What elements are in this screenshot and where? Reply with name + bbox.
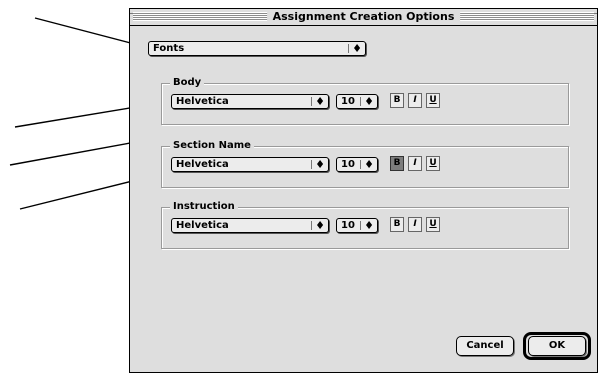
category-popup[interactable]: Fonts ♦ — [148, 41, 366, 56]
title-bar[interactable]: Assignment Creation Options — [130, 9, 597, 26]
body-bold-button[interactable]: B — [390, 93, 404, 108]
updown-arrows-icon: ♦ — [364, 219, 374, 232]
body-font-group: Body Helvetica ♦ 10 ♦ B I U — [161, 76, 569, 125]
popup-separator — [311, 221, 312, 230]
instruction-underline-button[interactable]: U — [426, 217, 440, 232]
updown-arrows-icon: ♦ — [315, 95, 325, 108]
section-name-underline-button[interactable]: U — [426, 156, 440, 171]
category-popup-value: Fonts — [153, 43, 185, 54]
updown-arrows-icon: ♦ — [352, 42, 362, 55]
popup-separator — [311, 97, 312, 106]
section-name-italic-button[interactable]: I — [408, 156, 422, 171]
instruction-size-popup[interactable]: 10 ♦ — [336, 218, 378, 233]
instruction-font-value: Helvetica — [176, 220, 229, 231]
body-font-popup[interactable]: Helvetica ♦ — [171, 94, 329, 109]
window-title: Assignment Creation Options — [266, 10, 461, 24]
instruction-italic-button[interactable]: I — [408, 217, 422, 232]
cancel-button[interactable]: Cancel — [456, 336, 514, 356]
dialog-window: Assignment Creation Options Fonts ♦ Body… — [129, 8, 598, 373]
updown-arrows-icon: ♦ — [315, 219, 325, 232]
body-size-popup[interactable]: 10 ♦ — [336, 94, 378, 109]
group-label-section-name: Section Name — [170, 139, 254, 153]
ok-button[interactable]: OK — [528, 336, 586, 356]
updown-arrows-icon: ♦ — [315, 158, 325, 171]
updown-arrows-icon: ♦ — [364, 158, 374, 171]
group-label-body: Body — [170, 76, 205, 90]
section-name-font-group: Section Name Helvetica ♦ 10 ♦ B I U — [161, 139, 569, 188]
body-size-value: 10 — [341, 96, 355, 107]
section-name-font-value: Helvetica — [176, 159, 229, 170]
popup-separator — [348, 44, 349, 53]
section-name-size-value: 10 — [341, 159, 355, 170]
body-underline-button[interactable]: U — [426, 93, 440, 108]
instruction-font-group: Instruction Helvetica ♦ 10 ♦ B I U — [161, 200, 569, 249]
instruction-size-value: 10 — [341, 220, 355, 231]
section-name-bold-button[interactable]: B — [390, 156, 404, 171]
popup-separator — [360, 160, 361, 169]
instruction-font-popup[interactable]: Helvetica ♦ — [171, 218, 329, 233]
section-name-size-popup[interactable]: 10 ♦ — [336, 157, 378, 172]
updown-arrows-icon: ♦ — [364, 95, 374, 108]
popup-separator — [360, 97, 361, 106]
section-name-font-popup[interactable]: Helvetica ♦ — [171, 157, 329, 172]
popup-separator — [360, 221, 361, 230]
group-label-instruction: Instruction — [170, 200, 238, 214]
popup-separator — [311, 160, 312, 169]
callout-arrow-icon — [34, 17, 143, 49]
body-font-value: Helvetica — [176, 96, 229, 107]
instruction-bold-button[interactable]: B — [390, 217, 404, 232]
body-italic-button[interactable]: I — [408, 93, 422, 108]
